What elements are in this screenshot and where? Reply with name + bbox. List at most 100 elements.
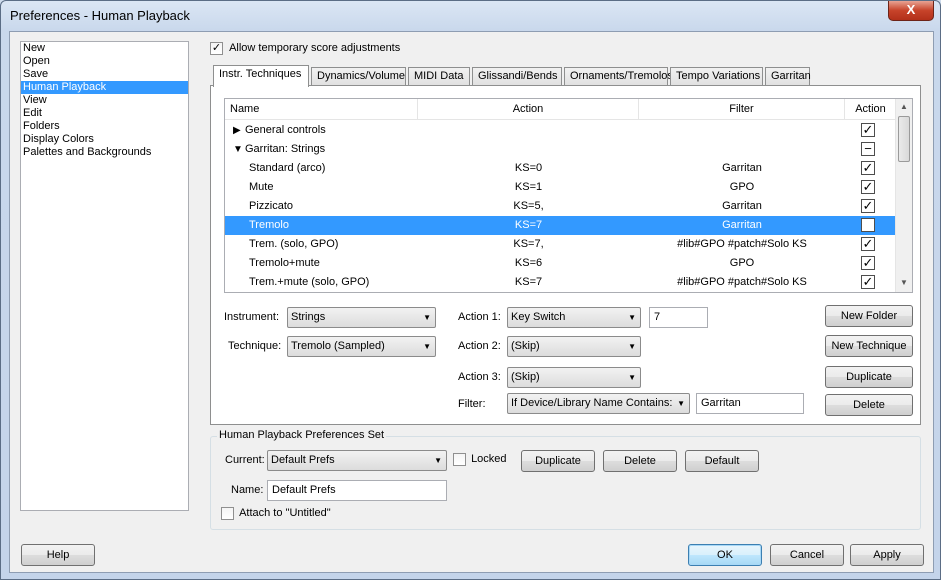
- row-action-checkbox[interactable]: ✓: [861, 199, 875, 213]
- scroll-up-icon[interactable]: ▲: [896, 99, 912, 115]
- table-row[interactable]: ▶ General controls ✓: [225, 121, 896, 140]
- allow-adjustments-checkbox[interactable]: ✓: [210, 42, 223, 55]
- cell-action: KS=6: [514, 257, 543, 269]
- tab-garritan[interactable]: Garritan: [765, 67, 811, 86]
- category-item[interactable]: New: [21, 42, 188, 55]
- expand-arrow-icon[interactable]: ▶: [233, 121, 241, 140]
- new-technique-button[interactable]: New Technique: [825, 335, 913, 357]
- category-item[interactable]: Save: [21, 68, 188, 81]
- category-list[interactable]: New Open Save Human Playback View Edit Folders…: [20, 41, 189, 511]
- chevron-down-icon: ▼: [423, 313, 431, 322]
- cell-filter: GPO: [729, 257, 755, 269]
- action1-label: Action 1:: [458, 311, 501, 323]
- row-action-checkbox[interactable]: ✓: [861, 161, 875, 175]
- table-row[interactable]: Mute KS=1 GPO ✓: [225, 178, 896, 197]
- cell-action: KS=0: [514, 162, 543, 174]
- column-header-action-check[interactable]: Action: [845, 99, 896, 120]
- attach-checkbox[interactable]: [221, 507, 234, 520]
- row-action-checkbox[interactable]: [861, 218, 875, 232]
- cell-action: KS=7: [514, 219, 543, 231]
- table-row[interactable]: Trem.+mute (solo, GPO) KS=7 #lib#GPO #patc…: [225, 273, 896, 292]
- tab-ornaments-tremolos[interactable]: Ornaments/Tremolos: [564, 67, 673, 86]
- dialog-client: New Open Save Human Playback View Edit Folders…: [9, 31, 934, 573]
- table-row[interactable]: Pizzicato KS=5, Garritan ✓: [225, 197, 896, 216]
- column-header-action[interactable]: Action: [418, 99, 639, 120]
- current-prefs-select[interactable]: Default Prefs ▼: [267, 450, 447, 471]
- filter-value: If Device/Library Name Contains:: [511, 397, 673, 409]
- delete-prefs-button[interactable]: Delete: [603, 450, 677, 472]
- column-header-filter[interactable]: Filter: [639, 99, 845, 120]
- table-row[interactable]: Standard (arco) KS=0 Garritan ✓: [225, 159, 896, 178]
- cell-name: General controls: [245, 124, 326, 136]
- table-row[interactable]: ▼ Garritan: Strings −: [225, 140, 896, 159]
- filter-select[interactable]: If Device/Library Name Contains: ▼: [507, 393, 690, 414]
- row-action-checkbox[interactable]: ✓: [861, 256, 875, 270]
- name-label: Name:: [231, 484, 264, 496]
- locked-row[interactable]: Locked: [453, 453, 507, 466]
- row-action-checkbox[interactable]: ✓: [861, 275, 875, 289]
- duplicate-technique-button[interactable]: Duplicate: [825, 366, 913, 388]
- column-header-name[interactable]: Name: [225, 99, 418, 120]
- action3-label: Action 3:: [458, 371, 501, 383]
- tab-midi-data[interactable]: MIDI Data: [408, 67, 470, 86]
- category-item[interactable]: Folders: [21, 120, 188, 133]
- row-action-checkbox[interactable]: ✓: [861, 237, 875, 251]
- row-action-checkbox[interactable]: ✓: [861, 123, 875, 137]
- cell-filter: GPO: [729, 181, 755, 193]
- collapse-arrow-icon[interactable]: ▼: [233, 140, 243, 159]
- table-row[interactable]: Trem. (solo, GPO) KS=7, #lib#GPO #patch#So…: [225, 235, 896, 254]
- category-item[interactable]: Display Colors: [21, 133, 188, 146]
- action1-input[interactable]: 7: [649, 307, 708, 328]
- cell-filter: Garritan: [722, 162, 762, 174]
- prefs-name-input[interactable]: Default Prefs: [267, 480, 447, 501]
- tab-dynamics-volume[interactable]: Dynamics/Volume: [311, 67, 406, 86]
- action3-select[interactable]: (Skip) ▼: [507, 367, 641, 388]
- ok-button[interactable]: OK: [688, 544, 762, 566]
- chevron-down-icon: ▼: [423, 342, 431, 351]
- allow-adjustments-label: Allow temporary score adjustments: [229, 42, 401, 55]
- cell-action: KS=5,: [513, 200, 544, 212]
- window-title: Preferences - Human Playback: [10, 8, 190, 23]
- title-bar: Preferences - Human Playback X: [1, 1, 940, 31]
- chevron-down-icon: ▼: [434, 456, 442, 465]
- tab-panel-instr-techniques: Name Action Filter Action ▶ General contr…: [210, 85, 921, 425]
- cancel-button[interactable]: Cancel: [770, 544, 844, 566]
- cell-filter: #lib#GPO #patch#Solo KS: [677, 276, 807, 288]
- category-item[interactable]: Palettes and Backgrounds: [21, 146, 188, 159]
- tab-glissandi-bends[interactable]: Glissandi/Bends: [472, 67, 562, 86]
- allow-adjustments-row[interactable]: ✓ Allow temporary score adjustments: [210, 42, 400, 55]
- locked-checkbox[interactable]: [453, 453, 466, 466]
- row-action-checkbox[interactable]: ✓: [861, 180, 875, 194]
- cell-name: Pizzicato: [249, 200, 294, 212]
- technique-select[interactable]: Tremolo (Sampled) ▼: [287, 336, 436, 357]
- scroll-down-icon[interactable]: ▼: [896, 275, 912, 291]
- duplicate-prefs-button[interactable]: Duplicate: [521, 450, 595, 472]
- new-folder-button[interactable]: New Folder: [825, 305, 913, 327]
- attach-label: Attach to "Untitled": [239, 507, 331, 520]
- attach-row[interactable]: Attach to "Untitled": [221, 507, 331, 520]
- default-prefs-button[interactable]: Default: [685, 450, 759, 472]
- techniques-table[interactable]: Name Action Filter Action ▶ General contr…: [224, 98, 913, 293]
- cell-name: Trem.+mute (solo, GPO): [249, 276, 370, 288]
- close-button[interactable]: X: [888, 1, 934, 21]
- action1-select[interactable]: Key Switch ▼: [507, 307, 641, 328]
- category-item[interactable]: Edit: [21, 107, 188, 120]
- category-item[interactable]: Human Playback: [21, 81, 188, 94]
- instrument-value: Strings: [291, 311, 326, 323]
- tab-instr-techniques[interactable]: Instr. Techniques: [213, 65, 309, 87]
- filter-input[interactable]: Garritan: [696, 393, 804, 414]
- apply-button[interactable]: Apply: [850, 544, 924, 566]
- delete-technique-button[interactable]: Delete: [825, 394, 913, 416]
- table-scrollbar[interactable]: ▲ ▼: [895, 99, 912, 292]
- category-item[interactable]: View: [21, 94, 188, 107]
- instrument-select[interactable]: Strings ▼: [287, 307, 436, 328]
- scroll-thumb[interactable]: [898, 116, 910, 162]
- tab-tempo-variations[interactable]: Tempo Variations: [670, 67, 763, 86]
- category-item[interactable]: Open: [21, 55, 188, 68]
- row-action-checkbox[interactable]: −: [861, 142, 875, 156]
- action2-select[interactable]: (Skip) ▼: [507, 336, 641, 357]
- table-row[interactable]: Tremolo+mute KS=6 GPO ✓: [225, 254, 896, 273]
- table-row[interactable]: Tremolo KS=7 Garritan: [225, 216, 896, 235]
- help-button[interactable]: Help: [21, 544, 95, 566]
- cell-name: Standard (arco): [249, 162, 326, 174]
